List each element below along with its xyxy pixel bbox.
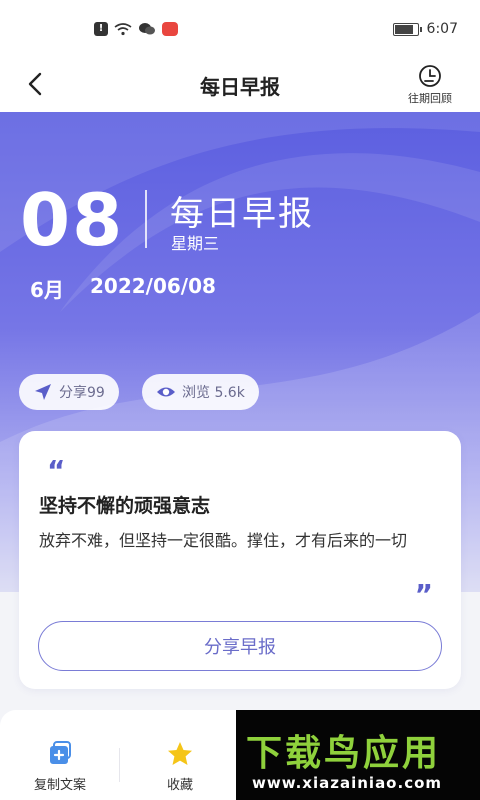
favorite-label: 收藏	[166, 778, 193, 793]
status-icons: !	[94, 22, 178, 36]
copy-add-icon	[50, 741, 71, 764]
alert-icon: !	[94, 22, 108, 36]
app-notification-icon	[162, 22, 178, 36]
month-label: 6月	[30, 278, 64, 302]
wifi-icon	[114, 23, 132, 36]
day-number: 08	[20, 178, 125, 262]
star-icon	[168, 742, 192, 765]
watermark-url: www.xiazainiao.com	[252, 774, 443, 792]
favorite-button[interactable]: 收藏	[140, 740, 220, 793]
copy-text-button[interactable]: 复制文案	[20, 740, 100, 793]
back-arrow-icon[interactable]	[22, 70, 50, 98]
paper-plane-icon	[35, 384, 51, 400]
status-time: 6:07	[426, 21, 458, 37]
quote-card: “ 坚持不懈的顽强意志 放弃不难，但坚持一定很酷。撑住，才有后来的一切 ” 分享…	[19, 431, 461, 689]
report-title: 每日早报	[170, 194, 314, 234]
wechat-icon	[139, 23, 155, 35]
share-count-pill[interactable]: 分享99	[19, 374, 119, 410]
title-divider	[145, 190, 147, 248]
quote-text: 放弃不难，但坚持一定很酷。撑住，才有后来的一切	[39, 531, 408, 550]
view-count-pill: 浏览 5.6k	[142, 374, 259, 410]
quote-title: 坚持不懈的顽强意志	[39, 495, 211, 517]
status-bar: ! 6:07	[0, 0, 480, 58]
history-label: 往期回顾	[408, 92, 452, 105]
watermark: 下载鸟应用 www.xiazainiao.com	[236, 710, 480, 800]
toolbar-divider	[119, 748, 120, 782]
page-title: 每日早报	[200, 74, 280, 99]
close-quote-mark: ”	[414, 578, 433, 611]
share-report-button[interactable]: 分享早报	[38, 621, 442, 671]
full-date: 2022/06/08	[90, 274, 216, 298]
copy-text-label: 复制文案	[33, 778, 86, 793]
nav-bar: 每日早报 往期回顾	[0, 58, 480, 112]
clock-history-icon	[419, 65, 441, 87]
battery-icon	[392, 22, 422, 36]
history-button[interactable]: 往期回顾	[402, 64, 458, 106]
view-count: 浏览 5.6k	[182, 385, 245, 401]
share-count: 分享99	[59, 385, 105, 401]
eye-icon	[157, 387, 175, 397]
watermark-title: 下载鸟应用	[246, 733, 442, 774]
open-quote-mark: “	[47, 454, 66, 487]
weekday-label: 星期三	[171, 234, 220, 253]
